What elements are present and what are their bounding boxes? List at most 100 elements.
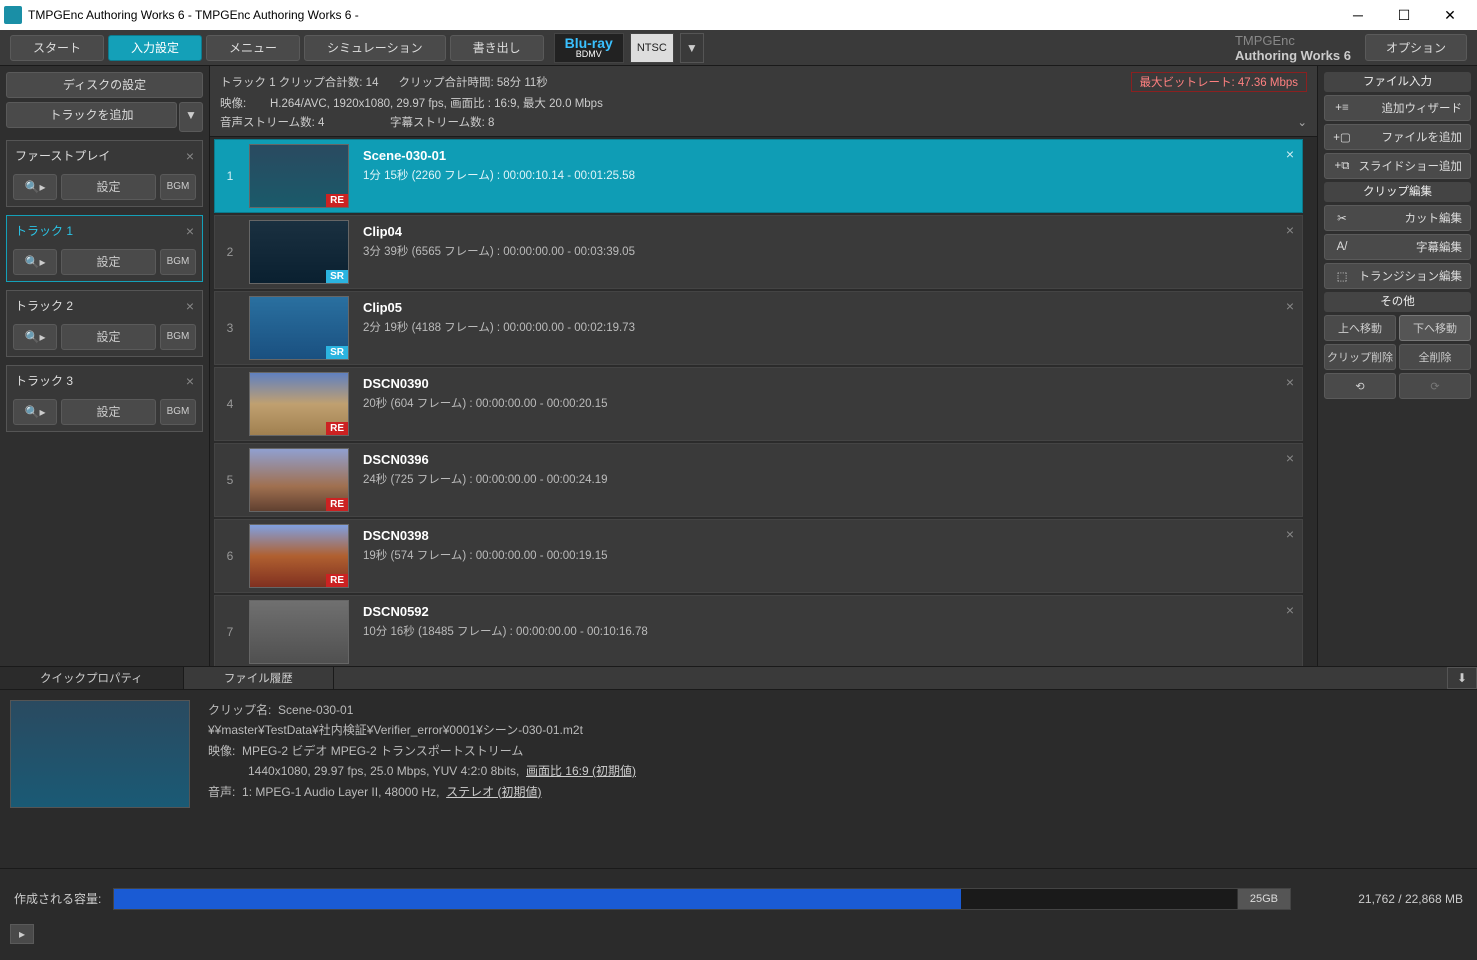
delete-clip-button[interactable]: クリップ削除 [1324, 344, 1396, 370]
move-down-button[interactable]: 下へ移動 [1399, 315, 1471, 341]
close-button[interactable]: ✕ [1427, 0, 1473, 30]
clip-list[interactable]: 1 RE Scene-030-01 1分 15秒 (2260 フレーム) : 0… [210, 137, 1317, 666]
firstplay-bgm-button[interactable]: BGM [160, 174, 196, 200]
collapse-down-button[interactable]: ⬇ [1447, 667, 1477, 689]
format-badge[interactable]: Blu-ray BDMV [554, 33, 624, 63]
move-up-button[interactable]: 上へ移動 [1324, 315, 1396, 341]
clip-row[interactable]: 6 RE DSCN0398 19秒 (574 フレーム) : 00:00:00.… [214, 519, 1303, 593]
track-bgm-button[interactable]: BGM [160, 249, 196, 275]
undo-button[interactable]: ⟲ [1324, 373, 1396, 399]
add-file-button[interactable]: +▢ファイルを追加 [1324, 124, 1471, 150]
search-icon[interactable]: 🔍▸ [13, 174, 57, 200]
format-top: Blu-ray [565, 36, 613, 50]
property-text: クリップ名: Scene-030-01 ¥¥master¥TestData¥社内… [208, 700, 1467, 858]
format-dropdown[interactable]: ▼ [680, 33, 704, 63]
play-button[interactable]: ▸ [10, 924, 34, 944]
clip-row[interactable]: 5 RE DSCN0396 24秒 (725 フレーム) : 00:00:00.… [214, 443, 1303, 517]
clip-duration: 3分 39秒 (6565 フレーム) : 00:00:00.00 - 00:03… [363, 243, 1292, 259]
add-wizard-button[interactable]: +≡追加ウィザード [1324, 95, 1471, 121]
transition-icon: ⬚ [1333, 269, 1351, 283]
disc-settings-button[interactable]: ディスクの設定 [6, 72, 203, 98]
clip-badge: SR [326, 346, 348, 359]
add-track-menu[interactable]: ▼ [179, 102, 203, 132]
track-label: トラック 1 [15, 222, 73, 239]
track-settings-button[interactable]: 設定 [61, 324, 156, 350]
clip-thumbnail: SR [249, 220, 349, 284]
close-icon[interactable]: × [1286, 222, 1294, 238]
audio-stream-count: 音声ストリーム数: 4 [220, 114, 390, 130]
capacity-fill [114, 889, 960, 909]
tab-file-history[interactable]: ファイル履歴 [184, 667, 334, 689]
cut-edit-button[interactable]: ✂カット編集 [1324, 205, 1471, 231]
subtitle-edit-button[interactable]: A/字幕編集 [1324, 234, 1471, 260]
clip-row[interactable]: 3 SR Clip05 2分 19秒 (4188 フレーム) : 00:00:0… [214, 291, 1303, 365]
other-header: その他 [1324, 292, 1471, 312]
clip-row[interactable]: 4 RE DSCN0390 20秒 (604 フレーム) : 00:00:00.… [214, 367, 1303, 441]
prop-path: ¥¥master¥TestData¥社内検証¥Verifier_error¥00… [208, 720, 1467, 740]
delete-all-button[interactable]: 全削除 [1399, 344, 1471, 370]
add-track-button[interactable]: トラックを追加 [6, 102, 177, 128]
track-box-2[interactable]: トラック 2× 🔍▸ 設定 BGM [6, 290, 203, 357]
close-icon[interactable]: × [1286, 526, 1294, 542]
capacity-size: 21,762 / 22,868 MB [1303, 892, 1463, 906]
prop-audio: 1: MPEG-1 Audio Layer II, 48000 Hz, [242, 785, 439, 799]
search-icon[interactable]: 🔍▸ [13, 399, 57, 425]
close-icon[interactable]: × [186, 373, 194, 389]
left-panel: ディスクの設定 トラックを追加 ▼ ファーストプレイ× 🔍▸ 設定 BGM トラ… [0, 66, 210, 666]
search-icon[interactable]: 🔍▸ [13, 324, 57, 350]
track-bgm-button[interactable]: BGM [160, 324, 196, 350]
clip-row[interactable]: 2 SR Clip04 3分 39秒 (6565 フレーム) : 00:00:0… [214, 215, 1303, 289]
track-bgm-button[interactable]: BGM [160, 399, 196, 425]
clip-badge: RE [326, 498, 348, 511]
add-slideshow-button[interactable]: +⧉スライドショー追加 [1324, 153, 1471, 179]
clip-row[interactable]: 7 DSCN0592 10分 16秒 (18485 フレーム) : 00:00:… [214, 595, 1303, 666]
track-box-3[interactable]: トラック 3 × 🔍▸ 設定 BGM [6, 365, 203, 432]
close-icon[interactable]: × [186, 148, 194, 164]
option-button[interactable]: オプション [1365, 34, 1467, 61]
track-settings-button[interactable]: 設定 [61, 399, 156, 425]
tab-quick-properties[interactable]: クイックプロパティ [0, 667, 184, 689]
close-icon[interactable]: × [1286, 602, 1294, 618]
firstplay-box: ファーストプレイ× 🔍▸ 設定 BGM [6, 140, 203, 207]
track-settings-button[interactable]: 設定 [61, 249, 156, 275]
maximize-button[interactable]: ☐ [1381, 0, 1427, 30]
transition-edit-button[interactable]: ⬚トランジション編集 [1324, 263, 1471, 289]
menu-button[interactable]: メニュー [206, 35, 300, 61]
track-box-1[interactable]: トラック 1 × 🔍▸ 設定 BGM [6, 215, 203, 282]
start-button[interactable]: スタート [10, 35, 104, 61]
text-icon: A/ [1333, 241, 1351, 253]
title-bar: TMPGEnc Authoring Works 6 - TMPGEnc Auth… [0, 0, 1477, 30]
clip-badge: SR [326, 270, 348, 283]
bottom-tabs: クイックプロパティ ファイル履歴 ⬇ [0, 666, 1477, 690]
prop-aspect-link[interactable]: 画面比 16:9 (初期値) [526, 764, 636, 778]
close-icon[interactable]: × [186, 298, 194, 314]
clip-number: 7 [215, 596, 245, 666]
redo-button[interactable]: ⟳ [1399, 373, 1471, 399]
clip-thumbnail [249, 600, 349, 664]
close-icon[interactable]: × [1286, 146, 1294, 162]
clip-name: DSCN0390 [363, 376, 1292, 391]
close-icon[interactable]: × [186, 223, 194, 239]
export-button[interactable]: 書き出し [450, 35, 544, 61]
close-icon[interactable]: × [1286, 450, 1294, 466]
simulation-button[interactable]: シミュレーション [304, 35, 446, 61]
property-thumbnail [10, 700, 190, 808]
track-label: トラック 3 [15, 372, 73, 389]
clip-row[interactable]: 1 RE Scene-030-01 1分 15秒 (2260 フレーム) : 0… [214, 139, 1303, 213]
track-info-header: トラック 1 クリップ合計数: 14 クリップ合計時間: 58分 11秒 最大ビ… [210, 66, 1317, 137]
input-settings-button[interactable]: 入力設定 [108, 35, 202, 61]
prop-audio-link[interactable]: ステレオ (初期値) [446, 785, 541, 799]
search-icon[interactable]: 🔍▸ [13, 249, 57, 275]
subtitle-stream-count: 字幕ストリーム数: 8 [390, 114, 494, 130]
clip-badge: RE [326, 422, 348, 435]
firstplay-settings-button[interactable]: 設定 [61, 174, 156, 200]
close-icon[interactable]: × [1286, 374, 1294, 390]
clip-name: Scene-030-01 [363, 148, 1292, 163]
close-icon[interactable]: × [1286, 298, 1294, 314]
chevron-down-icon[interactable]: ⌄ [1297, 115, 1307, 129]
clip-number: 1 [215, 140, 245, 212]
clip-name: DSCN0398 [363, 528, 1292, 543]
clip-name: DSCN0396 [363, 452, 1292, 467]
clip-number: 2 [215, 216, 245, 288]
minimize-button[interactable]: ─ [1335, 0, 1381, 30]
